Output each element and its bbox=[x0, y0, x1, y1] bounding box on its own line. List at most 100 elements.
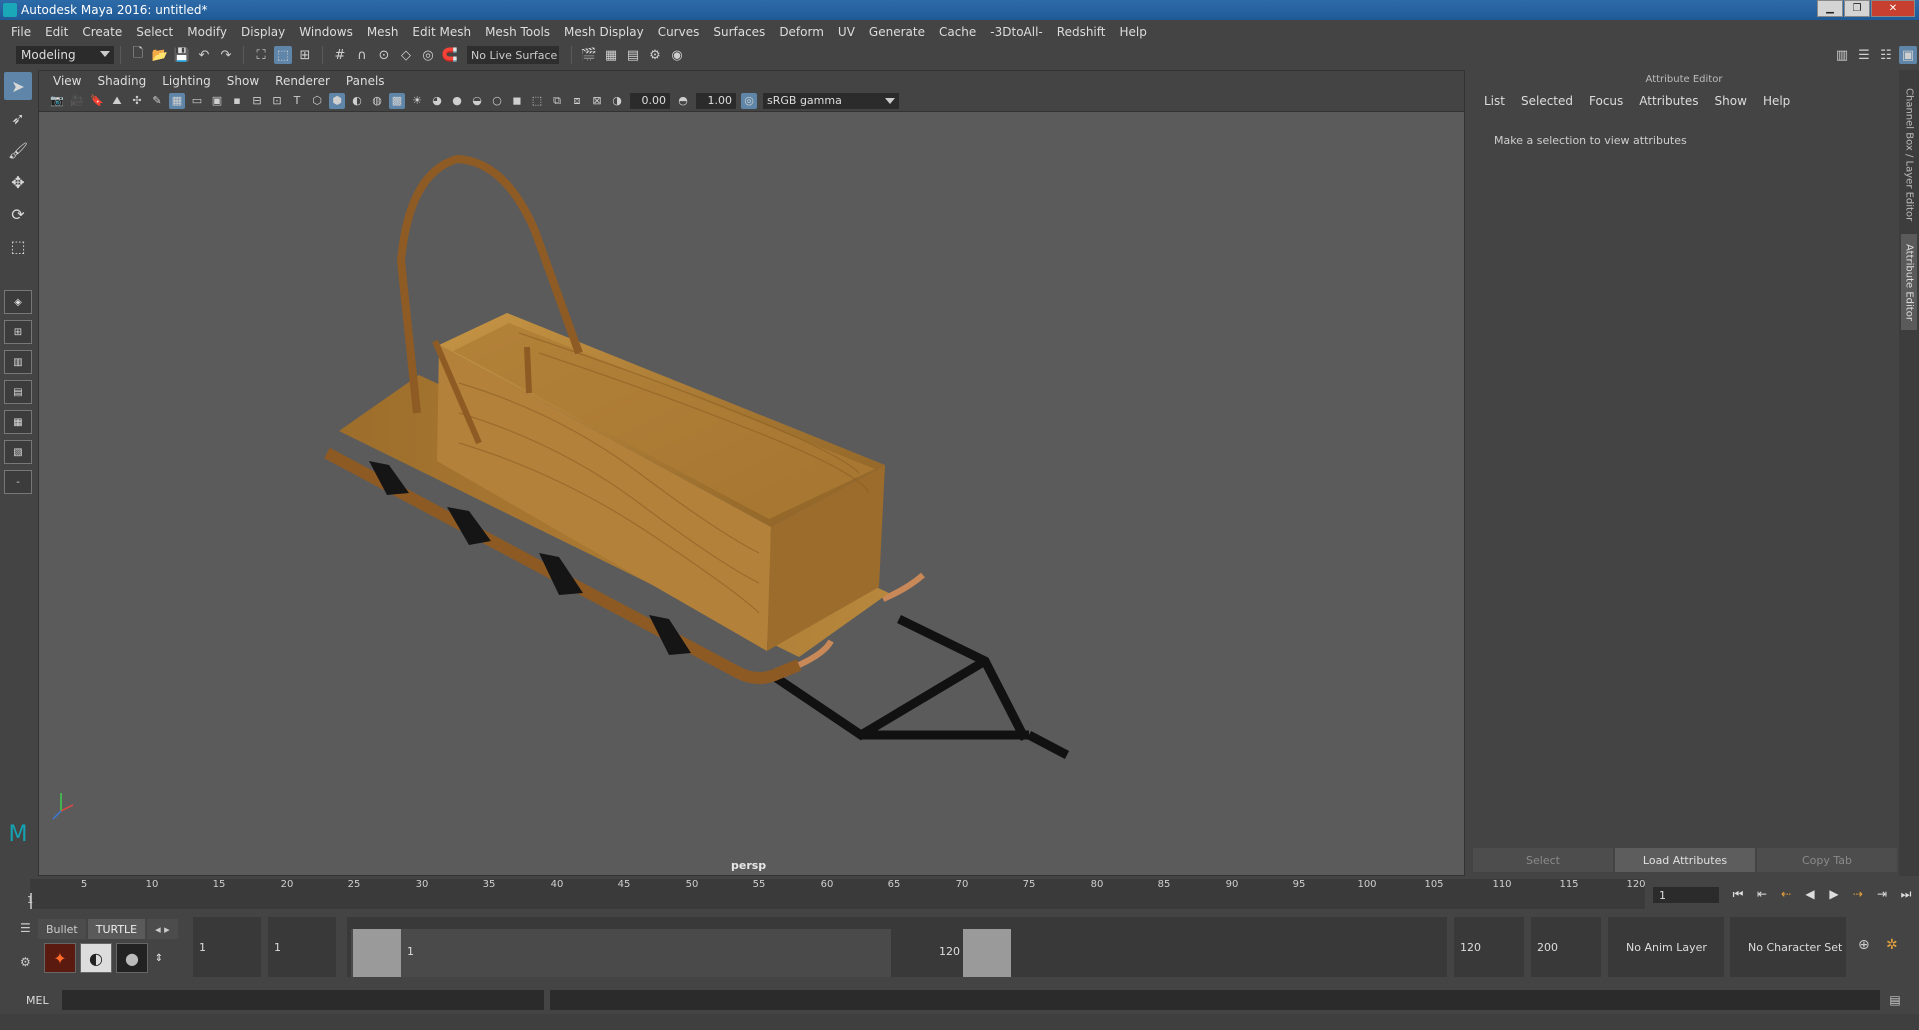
uv-editor-layout-icon[interactable]: ▧ bbox=[4, 440, 32, 464]
smooth-shade-icon[interactable]: ⬢ bbox=[329, 92, 345, 109]
menu-redshift[interactable]: Redshift bbox=[1050, 25, 1113, 39]
menu-select[interactable]: Select bbox=[129, 25, 180, 39]
persp-graph-layout-icon[interactable]: ▤ bbox=[4, 380, 32, 404]
grease-pencil-icon[interactable]: ✎ bbox=[149, 93, 165, 109]
channel-box-icon[interactable]: ▣ bbox=[1899, 46, 1917, 64]
wireframe-icon[interactable]: ⬡ bbox=[309, 93, 325, 109]
shelf-tab-turtle[interactable]: TURTLE bbox=[87, 919, 146, 939]
resolution-gate-icon[interactable]: ▣ bbox=[209, 93, 225, 109]
step-back-frame-icon[interactable]: ⇠ bbox=[1776, 885, 1796, 903]
menu-create[interactable]: Create bbox=[75, 25, 129, 39]
ipr-render-icon[interactable]: ▤ bbox=[624, 46, 642, 64]
menu-set-select[interactable]: Modeling bbox=[16, 46, 114, 64]
attr-menu-selected[interactable]: Selected bbox=[1513, 94, 1581, 108]
new-scene-icon[interactable]: 🗋 bbox=[129, 46, 147, 64]
select-tool-icon[interactable]: ➤ bbox=[4, 72, 32, 100]
menu-file[interactable]: File bbox=[4, 25, 38, 39]
menu-mesh-tools[interactable]: Mesh Tools bbox=[478, 25, 557, 39]
playback-start-field[interactable]: 1 bbox=[268, 917, 336, 977]
exposure-field[interactable]: 0.00 bbox=[630, 92, 670, 109]
isolate-select-icon[interactable]: ⬚ bbox=[529, 93, 545, 109]
render-settings-icon[interactable]: ⚙ bbox=[646, 46, 664, 64]
hypershade-icon[interactable]: ◉ bbox=[668, 46, 686, 64]
paint-select-tool-icon[interactable]: 🖌 bbox=[4, 136, 32, 164]
mel-label[interactable]: MEL bbox=[0, 994, 60, 1007]
gate-mask-icon[interactable]: ▪ bbox=[229, 93, 245, 109]
animation-end-field[interactable]: 200 bbox=[1531, 917, 1601, 977]
play-backward-icon[interactable]: ◀ bbox=[1800, 885, 1820, 903]
attribute-editor-tab[interactable]: Attribute Editor bbox=[1901, 234, 1917, 330]
playback-end-field[interactable]: 120 bbox=[1454, 917, 1524, 977]
render-view-icon[interactable]: 🎬 bbox=[580, 46, 598, 64]
film-gate-icon[interactable]: ▭ bbox=[189, 93, 205, 109]
anim-layer-select[interactable]: No Anim Layer bbox=[1608, 917, 1724, 977]
lasso-tool-icon[interactable]: ➶ bbox=[4, 104, 32, 132]
step-forward-key-icon[interactable]: ⇥ bbox=[1872, 885, 1892, 903]
attr-menu-help[interactable]: Help bbox=[1755, 94, 1798, 108]
rotate-tool-icon[interactable]: ⟳ bbox=[4, 200, 32, 228]
menu-curves[interactable]: Curves bbox=[651, 25, 707, 39]
menu-surfaces[interactable]: Surfaces bbox=[706, 25, 772, 39]
go-to-end-icon[interactable]: ⏭ bbox=[1896, 885, 1916, 903]
menu-windows[interactable]: Windows bbox=[292, 25, 360, 39]
menu-help[interactable]: Help bbox=[1112, 25, 1153, 39]
render-frame-icon[interactable]: ▦ bbox=[602, 46, 620, 64]
range-start-handle[interactable] bbox=[353, 929, 401, 977]
live-surface-field[interactable]: No Live Surface bbox=[467, 46, 559, 64]
attr-menu-show[interactable]: Show bbox=[1707, 94, 1755, 108]
xray-components-icon[interactable]: ⊠ bbox=[589, 93, 605, 109]
move-tool-icon[interactable]: ✥ bbox=[4, 168, 32, 196]
step-forward-frame-icon[interactable]: ⇢ bbox=[1848, 885, 1868, 903]
safe-title-icon[interactable]: T bbox=[289, 93, 305, 109]
menu-uv[interactable]: UV bbox=[831, 25, 862, 39]
play-forward-icon[interactable]: ▶ bbox=[1824, 885, 1844, 903]
screen-space-ao-icon[interactable]: ● bbox=[449, 93, 465, 109]
four-view-layout-icon[interactable]: ⊞ bbox=[4, 320, 32, 344]
anti-aliasing-icon[interactable]: ○ bbox=[489, 93, 505, 109]
snap-curve-icon[interactable]: ∩ bbox=[353, 46, 371, 64]
two-d-pan-zoom-icon[interactable]: ✣ bbox=[129, 93, 145, 109]
auto-key-icon[interactable]: ⊕ bbox=[1858, 937, 1878, 957]
shelf-menu-icon[interactable]: ☰ bbox=[20, 921, 32, 935]
maximize-button[interactable]: ❐ bbox=[1844, 0, 1870, 17]
menu-display[interactable]: Display bbox=[234, 25, 292, 39]
menu-modify[interactable]: Modify bbox=[180, 25, 234, 39]
range-end-handle[interactable] bbox=[963, 929, 1011, 977]
select-object-icon[interactable]: ⬚ bbox=[274, 46, 292, 64]
animation-start-field[interactable]: 1 bbox=[193, 917, 261, 977]
tool-settings-icon[interactable]: ☷ bbox=[1877, 46, 1895, 64]
open-scene-icon[interactable]: 📂 bbox=[151, 46, 169, 64]
select-button[interactable]: Select bbox=[1473, 848, 1613, 872]
xray-icon[interactable]: ⧉ bbox=[549, 93, 565, 109]
menu-cache[interactable]: Cache bbox=[932, 25, 983, 39]
shadows-icon[interactable]: ◕ bbox=[429, 93, 445, 109]
range-slider-track[interactable]: 1 120 bbox=[347, 917, 1447, 977]
menu-edit-mesh[interactable]: Edit Mesh bbox=[405, 25, 478, 39]
viewport-menu-show[interactable]: Show bbox=[219, 74, 267, 88]
copy-tab-button[interactable]: Copy Tab bbox=[1757, 848, 1897, 872]
modeling-toolkit-icon[interactable]: ▥ bbox=[1833, 46, 1851, 64]
single-perspective-layout-icon[interactable]: ◈ bbox=[4, 290, 32, 314]
channel-box-tab[interactable]: Channel Box / Layer Editor bbox=[1901, 80, 1917, 230]
turtle-render-icon[interactable]: ✦ bbox=[44, 943, 76, 973]
grid-icon[interactable]: ▦ bbox=[169, 92, 185, 109]
range-slider-bar[interactable] bbox=[351, 929, 891, 977]
shelf-settings-icon[interactable]: ⚙ bbox=[20, 955, 32, 969]
viewport-menu-renderer[interactable]: Renderer bbox=[267, 74, 338, 88]
current-frame-field[interactable]: 1 bbox=[1653, 887, 1719, 903]
wireframe-on-shaded-icon[interactable]: ◍ bbox=[369, 93, 385, 109]
mel-command-input[interactable] bbox=[62, 990, 544, 1010]
textured-icon[interactable]: ▩ bbox=[389, 92, 405, 109]
viewport-3d-scene[interactable]: persp bbox=[39, 113, 1464, 875]
gamma-field[interactable]: 1.00 bbox=[696, 92, 736, 109]
load-attributes-button[interactable]: Load Attributes bbox=[1615, 848, 1755, 872]
redo-icon[interactable]: ↷ bbox=[217, 46, 235, 64]
script-editor-icon[interactable]: ▤ bbox=[1886, 991, 1904, 1009]
depth-of-field-icon[interactable]: ◼ bbox=[509, 93, 525, 109]
make-live-icon[interactable]: 🧲 bbox=[441, 46, 459, 64]
field-chart-icon[interactable]: ⊟ bbox=[249, 93, 265, 109]
go-to-start-icon[interactable]: ⏮ bbox=[1728, 885, 1748, 903]
safe-action-icon[interactable]: ⊡ bbox=[269, 93, 285, 109]
view-transform-select[interactable]: sRGB gamma bbox=[763, 92, 899, 109]
snap-grid-icon[interactable]: # bbox=[331, 46, 349, 64]
